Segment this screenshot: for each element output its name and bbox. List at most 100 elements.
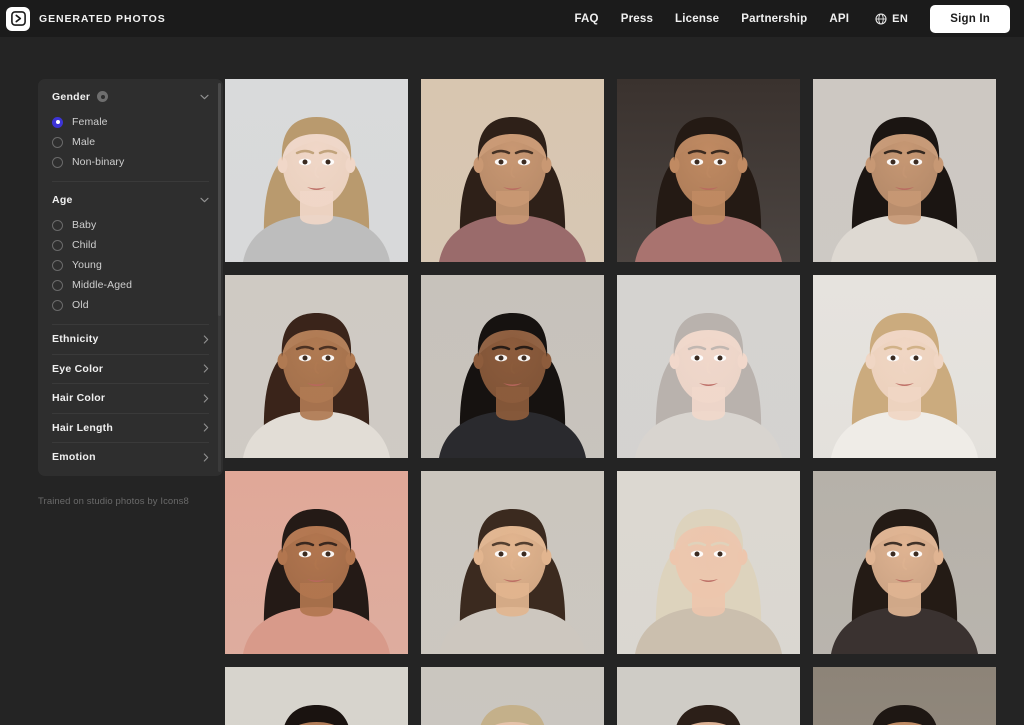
- radio-child[interactable]: [52, 239, 63, 251]
- chevron-right-icon: [203, 453, 209, 462]
- portrait-image: [617, 667, 800, 725]
- radio-male[interactable]: [52, 136, 63, 148]
- filter-group-emotion[interactable]: Emotion: [38, 443, 223, 472]
- brand-logo[interactable]: GENERATED PHOTOS: [4, 6, 166, 31]
- filter-group-gender-options: Female Male Non-binary: [52, 112, 209, 181]
- filter-option-male[interactable]: Male: [52, 132, 209, 152]
- nav-press[interactable]: Press: [621, 13, 653, 25]
- play-chevron-logo-icon: [6, 6, 30, 31]
- photo-tile[interactable]: [225, 275, 408, 458]
- radio-middle-aged[interactable]: [52, 279, 63, 291]
- chevron-right-icon: [203, 335, 209, 344]
- radio-old[interactable]: [52, 299, 63, 311]
- nav-partnership[interactable]: Partnership: [741, 13, 807, 25]
- filter-option-old[interactable]: Old: [52, 295, 209, 315]
- portrait-image: [813, 275, 996, 458]
- filter-group-hair-color-title: Hair Color: [52, 392, 106, 405]
- photo-tile[interactable]: [617, 471, 800, 654]
- filter-group-age-header[interactable]: Age: [52, 182, 209, 215]
- filter-option-old-label: Old: [72, 299, 89, 311]
- filter-group-hair-length[interactable]: Hair Length: [38, 414, 223, 443]
- portrait-image: [421, 471, 604, 654]
- filter-group-age-title: Age: [52, 193, 73, 206]
- photo-tile[interactable]: [225, 667, 408, 725]
- photo-tile[interactable]: [421, 79, 604, 262]
- radio-female[interactable]: [52, 116, 63, 128]
- photo-tile[interactable]: [421, 667, 604, 725]
- filter-option-baby-label: Baby: [72, 219, 97, 231]
- filter-option-young[interactable]: Young: [52, 255, 209, 275]
- nav-faq[interactable]: FAQ: [574, 13, 598, 25]
- photo-tile[interactable]: [617, 79, 800, 262]
- filter-option-non-binary[interactable]: Non-binary: [52, 152, 209, 172]
- filter-option-middle-aged[interactable]: Middle-Aged: [52, 275, 209, 295]
- filter-option-young-label: Young: [72, 259, 102, 271]
- filter-group-emotion-title: Emotion: [52, 451, 96, 464]
- language-selector[interactable]: EN: [875, 13, 908, 25]
- sidebar-note: Trained on studio photos by Icons8: [38, 495, 189, 507]
- filter-group-ethnicity[interactable]: Ethnicity: [38, 325, 223, 354]
- radio-non-binary[interactable]: [52, 156, 63, 168]
- top-header: GENERATED PHOTOS FAQ Press License Partn…: [0, 0, 1024, 37]
- filter-option-child[interactable]: Child: [52, 235, 209, 255]
- photo-grid: [225, 37, 1024, 725]
- portrait-image: [225, 79, 408, 262]
- filter-group-eye-color[interactable]: Eye Color: [38, 355, 223, 384]
- main-nav: FAQ Press License Partnership API: [574, 13, 849, 25]
- filter-option-middle-aged-label: Middle-Aged: [72, 279, 133, 291]
- portrait-image: [813, 667, 996, 725]
- portrait-image: [421, 275, 604, 458]
- filter-option-male-label: Male: [72, 136, 96, 148]
- filter-group-hair-length-title: Hair Length: [52, 421, 114, 434]
- chevron-right-icon: [203, 423, 209, 432]
- portrait-image: [421, 79, 604, 262]
- filter-option-baby[interactable]: Baby: [52, 215, 209, 235]
- sidebar-scrollbar-thumb[interactable]: [218, 83, 221, 317]
- radio-young[interactable]: [52, 259, 63, 271]
- portrait-image: [813, 79, 996, 262]
- photo-tile[interactable]: [813, 275, 996, 458]
- filter-panel: Gender Female Male Non-binary Age Baby C…: [38, 79, 223, 476]
- nav-api[interactable]: API: [829, 13, 849, 25]
- chevron-right-icon: [203, 364, 209, 373]
- filter-option-female[interactable]: Female: [52, 112, 209, 132]
- chevron-down-icon: [200, 197, 209, 203]
- filter-option-non-binary-label: Non-binary: [72, 156, 125, 168]
- globe-icon: [875, 12, 887, 25]
- photo-tile[interactable]: [421, 275, 604, 458]
- filter-group-gender-header[interactable]: Gender: [52, 79, 209, 112]
- portrait-image: [813, 471, 996, 654]
- portrait-image: [617, 79, 800, 262]
- photo-tile[interactable]: [421, 471, 604, 654]
- filter-group-age-options: Baby Child Young Middle-Aged Old: [52, 215, 209, 324]
- portrait-image: [617, 275, 800, 458]
- filter-group-hair-color[interactable]: Hair Color: [38, 384, 223, 413]
- photo-tile[interactable]: [813, 79, 996, 262]
- photo-tile[interactable]: [225, 79, 408, 262]
- photo-tile[interactable]: [617, 667, 800, 725]
- radio-baby[interactable]: [52, 219, 63, 231]
- filter-group-gender-title: Gender: [52, 90, 91, 103]
- filter-option-female-label: Female: [72, 116, 108, 128]
- sign-in-button[interactable]: Sign In: [930, 4, 1010, 33]
- photo-tile[interactable]: [225, 471, 408, 654]
- filter-sidebar: Gender Female Male Non-binary Age Baby C…: [0, 37, 225, 507]
- photo-tile[interactable]: [813, 471, 996, 654]
- filter-option-child-label: Child: [72, 239, 97, 251]
- page-body: Gender Female Male Non-binary Age Baby C…: [0, 37, 1024, 725]
- language-label: EN: [892, 12, 909, 25]
- portrait-image: [225, 667, 408, 725]
- chevron-down-icon: [200, 94, 209, 100]
- portrait-image: [421, 667, 604, 725]
- clear-filter-icon[interactable]: [97, 91, 109, 102]
- photo-tile[interactable]: [813, 667, 996, 725]
- nav-license[interactable]: License: [675, 13, 719, 25]
- filter-group-age: Age Baby Child Young Middle-Aged Old: [38, 182, 223, 324]
- portrait-image: [225, 471, 408, 654]
- sidebar-scrollbar[interactable]: [218, 83, 221, 472]
- photo-tile[interactable]: [617, 275, 800, 458]
- chevron-right-icon: [203, 394, 209, 403]
- filter-group-gender: Gender Female Male Non-binary: [38, 79, 223, 181]
- filter-group-eye-color-title: Eye Color: [52, 362, 104, 375]
- brand-name: GENERATED PHOTOS: [39, 12, 166, 25]
